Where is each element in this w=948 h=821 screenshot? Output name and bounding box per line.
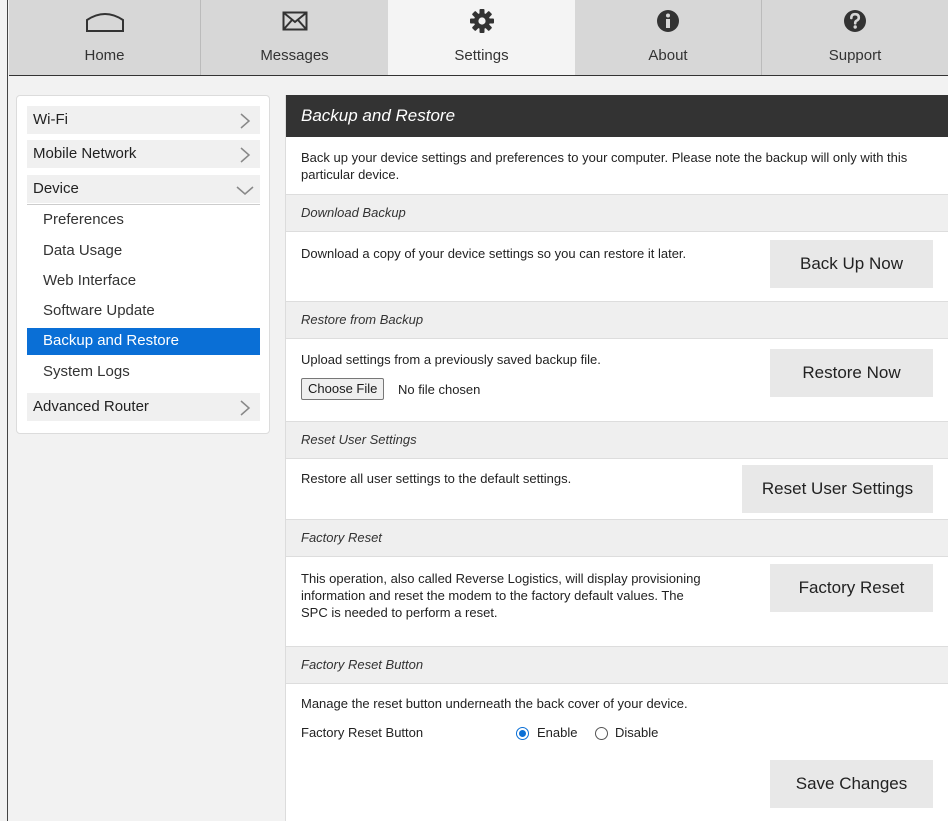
envelope-icon [201,8,388,34]
question-icon [762,8,948,34]
download-backup-text: Download a copy of your device settings … [301,246,687,261]
divider [27,204,260,205]
section-title: Factory Reset [301,530,382,545]
tab-label: Messages [260,47,329,64]
no-file-chosen-text: No file chosen [398,382,481,397]
tab-label: Support [828,47,882,64]
section-title: Reset User Settings [301,432,417,447]
factory-reset-button-label: Factory Reset Button [301,725,424,740]
enable-label[interactable]: Enable [537,724,577,741]
factory-reset-button-text: Manage the reset button underneath the b… [301,696,688,711]
section-title: Factory Reset Button [301,657,424,672]
factory-reset-text: This operation, also called Reverse Logi… [301,571,701,620]
sidebar-subitem-label: Data Usage [43,242,123,259]
factory-reset-button[interactable]: Factory Reset [770,564,933,612]
page-header: Backup and Restore [286,95,948,137]
sidebar-subitem-backup-and-restore[interactable]: Backup and Restore [27,328,260,355]
sidebar-item-mobile-network[interactable]: Mobile Network [27,140,260,168]
sidebar-item-label: Wi-Fi [33,111,68,128]
tab-settings[interactable]: Settings [388,0,575,75]
save-changes-button[interactable]: Save Changes [770,760,933,808]
home-icon [9,8,200,34]
tab-messages[interactable]: Messages [201,0,388,75]
sidebar-item-label: Advanced Router [33,398,149,415]
enable-radio[interactable] [516,727,529,740]
sidebar-item-label: Mobile Network [33,145,137,162]
sidebar-subitem-label: Preferences [43,211,124,228]
choose-file-button[interactable]: Choose File [301,378,385,400]
sidebar-subitem-preferences[interactable]: Preferences [27,207,260,234]
intro-text: Back up your device settings and prefere… [301,150,908,182]
tab-label: Home [84,47,125,64]
nav-divider [9,75,948,76]
tab-about[interactable]: About [575,0,761,75]
section-heading-download-backup: Download Backup [286,194,948,232]
gear-icon [388,8,575,34]
tab-support[interactable]: Support [762,0,948,75]
sidebar-subitem-label: Software Update [43,302,155,319]
sidebar-subitem-web-interface[interactable]: Web Interface [27,268,260,295]
sidebar-item-advanced-router[interactable]: Advanced Router [27,393,260,421]
section-heading-factory-reset: Factory Reset [286,519,948,557]
section-title: Restore from Backup [301,312,424,327]
tab-label: About [648,47,688,64]
tab-home[interactable]: Home [9,0,200,75]
sidebar-item-wifi[interactable]: Wi-Fi [27,106,260,134]
section-heading-restore-from-backup: Restore from Backup [286,301,948,339]
chevron-right-icon [238,400,252,416]
sidebar-subitem-system-logs[interactable]: System Logs [27,359,260,386]
reset-user-text: Restore all user settings to the default… [301,471,572,486]
section-heading-reset-user-settings: Reset User Settings [286,421,948,459]
main-panel: Backup and Restore Back up your device s… [285,95,948,821]
disable-radio[interactable] [595,727,608,740]
sidebar-subitem-data-usage[interactable]: Data Usage [27,238,260,265]
section-heading-factory-reset-button: Factory Reset Button [286,646,948,684]
sidebar-item-label: Device [33,180,79,197]
chevron-right-icon [238,147,252,163]
section-title: Download Backup [301,205,406,220]
sidebar-subitem-label: Backup and Restore [43,332,179,349]
sidebar-subitem-label: System Logs [43,363,130,380]
restore-text: Upload settings from a previously saved … [301,352,601,367]
info-icon [575,8,761,34]
window-frame [0,0,8,821]
page-title: Backup and Restore [301,106,456,125]
back-up-now-button[interactable]: Back Up Now [770,240,933,288]
disable-label[interactable]: Disable [615,724,658,741]
chevron-right-icon [238,113,252,129]
restore-now-button[interactable]: Restore Now [770,349,933,397]
sidebar-subitem-software-update[interactable]: Software Update [27,298,260,325]
sidebar: Wi-Fi Mobile Network Device Preferences … [16,95,270,434]
chevron-down-icon [236,183,254,199]
sidebar-subitem-label: Web Interface [43,272,137,289]
sidebar-item-device[interactable]: Device [27,175,260,203]
reset-user-settings-button[interactable]: Reset User Settings [742,465,933,513]
tab-label: Settings [454,47,509,64]
